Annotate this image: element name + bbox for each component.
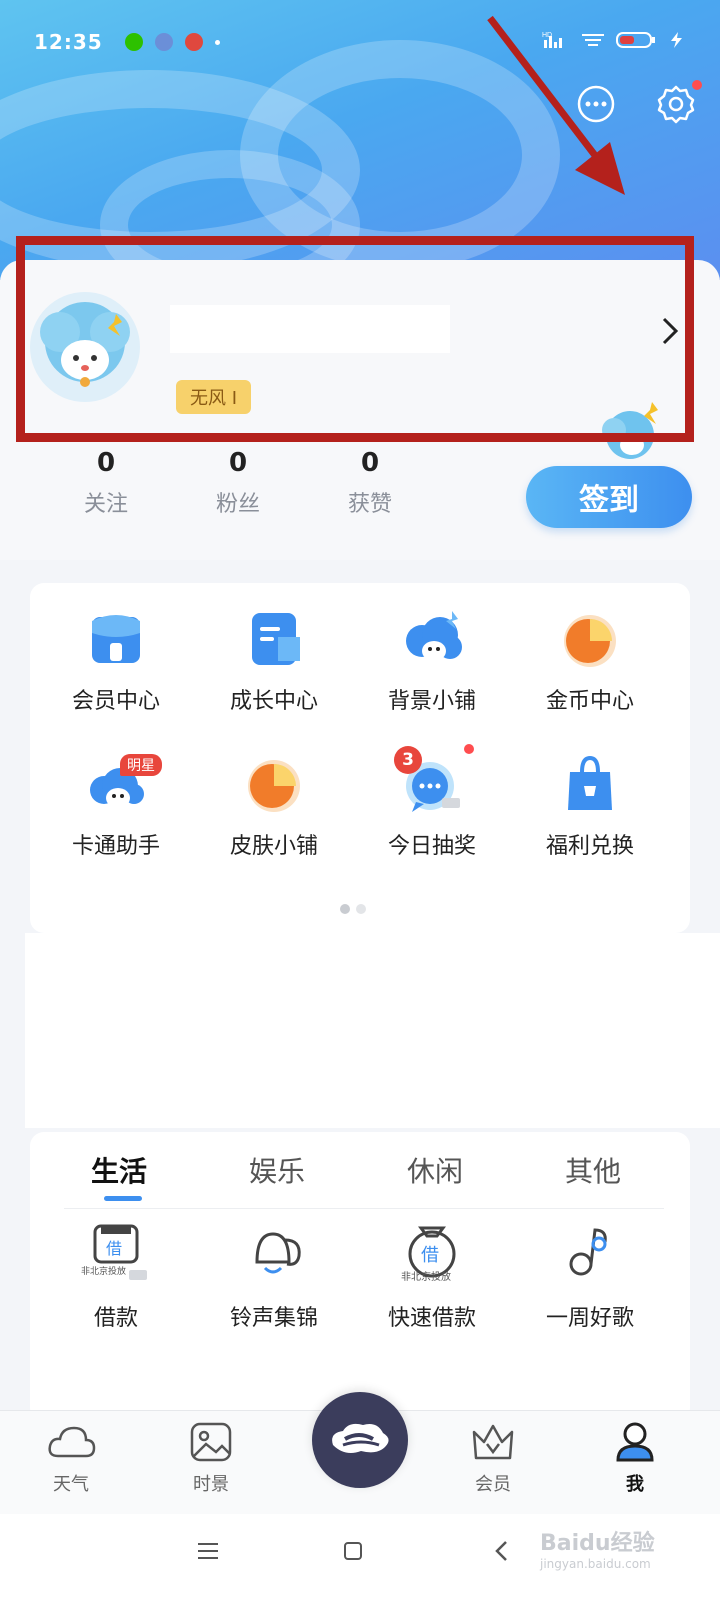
pie-coin-icon	[558, 607, 622, 671]
chat-bubble-icon: 3	[394, 744, 474, 816]
notification-icons	[124, 33, 220, 51]
shopping-bag-icon	[558, 752, 622, 816]
life-item-weekly-songs[interactable]: 一周好歌	[510, 1218, 670, 1332]
grid-item-skin-shop[interactable]: 皮肤小铺	[194, 752, 354, 860]
annotation-highlight-box	[16, 236, 694, 442]
home-square-icon[interactable]	[342, 1540, 364, 1562]
grid-item-welfare-exchange[interactable]: 福利兑换	[510, 752, 670, 860]
money-bag-icon: 借 非北京投放	[397, 1218, 467, 1288]
watermark-title: Baidu经验	[540, 1531, 655, 1556]
settings-button[interactable]	[654, 80, 702, 126]
baidu-watermark: Baidu经验 jingyan.baidu.com	[540, 1525, 655, 1571]
cartoon-cloud-icon: 明星	[84, 752, 162, 816]
nav-weather[interactable]: 天气	[26, 1420, 116, 1496]
document-icon	[242, 607, 306, 671]
gear-icon	[657, 85, 695, 124]
life-label: 借款	[93, 1306, 138, 1331]
nav-scenery[interactable]: 时景	[166, 1420, 256, 1496]
life-label: 快速借款	[387, 1306, 476, 1331]
notification-dot	[464, 744, 474, 754]
cloud-icon	[48, 1426, 96, 1458]
checkin-button[interactable]: 签到	[526, 466, 692, 528]
star-badge: 明星	[120, 754, 162, 776]
music-note-icon	[555, 1218, 625, 1288]
person-icon	[616, 1422, 654, 1462]
menu-icon[interactable]	[196, 1540, 220, 1562]
grid-item-growth-center[interactable]: 成长中心	[194, 607, 354, 715]
tab-leisure[interactable]: 休闲	[356, 1150, 514, 1190]
nav-me[interactable]: 我	[590, 1420, 680, 1496]
tab-underline	[104, 1196, 142, 1201]
grid-item-member-center[interactable]: 会员中心	[36, 607, 196, 715]
annotation-arrow	[487, 15, 625, 195]
wechat-icon	[124, 33, 143, 51]
svg-text:借: 借	[106, 1239, 122, 1258]
grid-label: 卡通助手	[71, 834, 160, 859]
image-icon	[190, 1422, 232, 1462]
grid-label: 背景小铺	[387, 689, 476, 714]
grid-label: 金币中心	[545, 689, 634, 714]
divider	[64, 1208, 664, 1209]
pie-skin-icon	[242, 752, 306, 816]
grid-label: 福利兑换	[545, 834, 634, 859]
charging-icon	[668, 31, 686, 53]
stat-label: 关注	[83, 492, 128, 517]
stat-following[interactable]: 0 关注	[40, 448, 172, 518]
stat-label: 粉丝	[215, 492, 260, 517]
page-indicator	[340, 904, 366, 914]
category-tabs: 生活 娱乐 休闲 其他	[40, 1150, 672, 1190]
life-item-ringtones[interactable]: 铃声集锦	[194, 1218, 354, 1332]
bell-icon	[239, 1218, 309, 1288]
profile-stats: 0 关注 0 粉丝 0 获赞	[40, 448, 436, 518]
grid-label: 皮肤小铺	[229, 834, 318, 859]
stat-value: 0	[96, 448, 116, 478]
grid-item-daily-lottery[interactable]: 3 今日抽奖	[352, 744, 512, 860]
life-label: 铃声集锦	[229, 1306, 318, 1331]
page-dot-active	[340, 904, 350, 914]
loan-icon: 借 非北京投放	[81, 1218, 151, 1288]
nav-label: 时景	[193, 1474, 229, 1495]
stat-value: 0	[228, 448, 248, 478]
nav-member[interactable]: 会员	[448, 1420, 538, 1496]
tab-other[interactable]: 其他	[514, 1150, 672, 1190]
grid-label: 今日抽奖	[387, 834, 476, 859]
dot-icon	[214, 39, 220, 45]
cloud-logo-icon	[332, 1423, 389, 1453]
ad-tag: 非北京投放	[81, 1267, 127, 1277]
home-button[interactable]	[312, 1392, 408, 1488]
store-icon	[84, 607, 148, 671]
grid-label: 成长中心	[229, 689, 318, 714]
browser-icon	[154, 33, 173, 51]
tab-entertainment[interactable]: 娱乐	[198, 1150, 356, 1190]
grid-item-background-shop[interactable]: 背景小铺	[352, 607, 512, 715]
app-icon	[184, 33, 203, 51]
grid-item-coin-center[interactable]: 金币中心	[510, 607, 670, 715]
lottery-count-badge: 3	[394, 746, 422, 774]
nav-label: 会员	[475, 1474, 511, 1495]
page-dot	[356, 904, 366, 914]
grid-label: 会员中心	[71, 689, 160, 714]
watermark-subtitle: jingyan.baidu.com	[540, 1557, 651, 1571]
crown-v-icon	[472, 1424, 514, 1460]
stat-fans[interactable]: 0 粉丝	[172, 448, 304, 518]
back-icon[interactable]	[492, 1540, 512, 1562]
status-time: 12:35	[34, 30, 103, 54]
grid-item-cartoon-assistant[interactable]: 明星 卡通助手	[36, 752, 196, 860]
nav-label: 我	[626, 1474, 644, 1495]
stat-label: 获赞	[347, 492, 392, 517]
stat-value: 0	[360, 448, 380, 478]
life-label: 一周好歌	[545, 1306, 634, 1331]
blank-area	[25, 933, 720, 1128]
life-item-loan[interactable]: 借 非北京投放 借款	[36, 1218, 196, 1332]
tab-life[interactable]: 生活	[40, 1150, 198, 1190]
nav-label: 天气	[53, 1474, 89, 1495]
ad-tag: 非北京投放	[401, 1272, 451, 1283]
stat-likes[interactable]: 0 获赞	[304, 448, 436, 518]
svg-text:借: 借	[421, 1245, 439, 1266]
cloud-mascot-icon	[400, 607, 464, 671]
notification-dot	[692, 80, 702, 90]
life-item-quick-loan[interactable]: 借 非北京投放 快速借款	[352, 1218, 512, 1332]
